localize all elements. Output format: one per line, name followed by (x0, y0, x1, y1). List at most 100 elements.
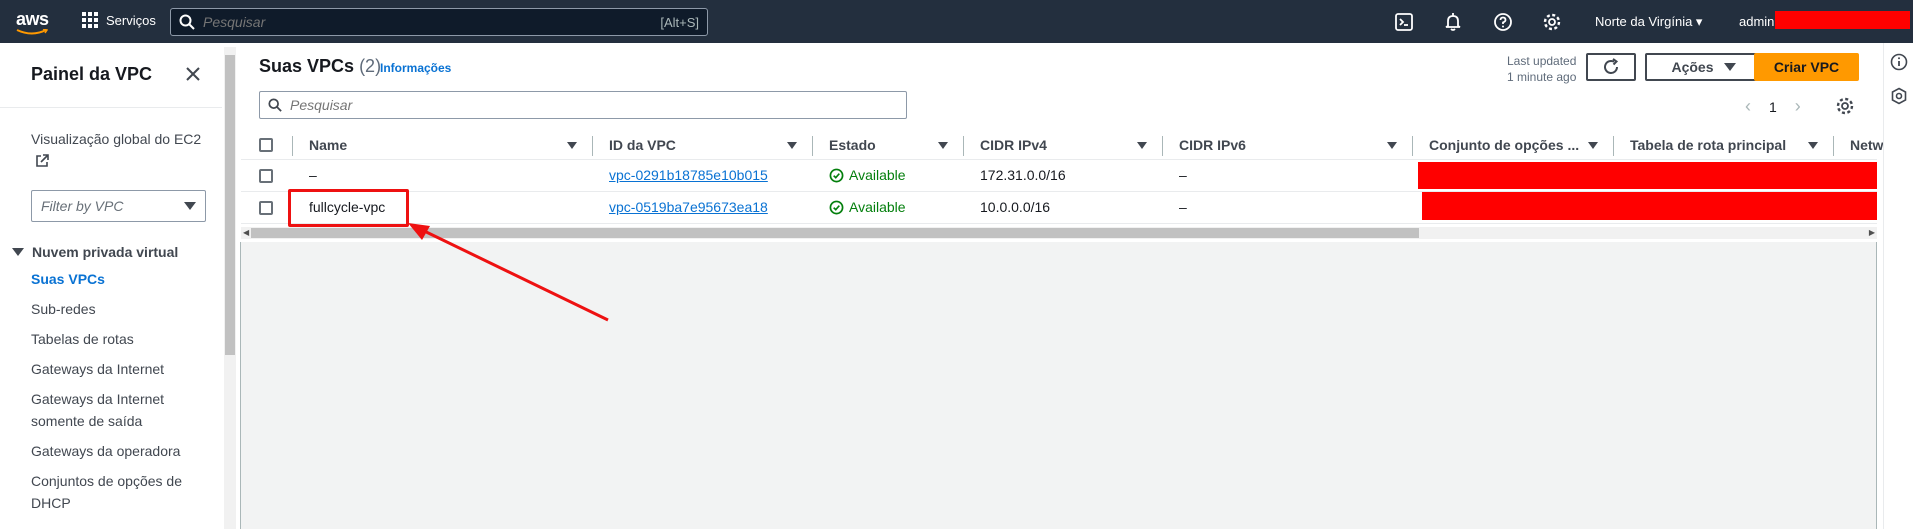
create-vpc-button[interactable]: Criar VPC (1754, 53, 1859, 81)
page-title: Suas VPCs (2) (259, 56, 381, 77)
global-search-input[interactable] (203, 14, 623, 30)
column-separator (292, 136, 293, 156)
cell-cidr-ipv4: 172.31.0.0/16 (980, 167, 1066, 183)
current-page[interactable]: 1 (1769, 99, 1777, 115)
state-label: Available (849, 167, 906, 183)
sidebar-item-dhcp-option-sets[interactable]: Conjuntos de opções de DHCP (31, 470, 216, 514)
cell-state: Available (829, 167, 906, 183)
column-separator[interactable] (1833, 136, 1834, 156)
caret-down-icon (184, 202, 196, 210)
pagination: ‹ 1 › (1745, 96, 1801, 117)
column-separator[interactable] (1162, 136, 1163, 156)
scroll-left-icon[interactable]: ◀ (243, 228, 249, 237)
column-header-state[interactable]: Estado (829, 137, 876, 153)
last-updated: Last updated 1 minute ago (1507, 53, 1576, 85)
feedback-hex-icon[interactable] (1890, 87, 1908, 105)
table-search[interactable] (259, 91, 907, 119)
global-search[interactable]: [Alt+S] (170, 8, 708, 36)
sidebar-item-carrier-gateways[interactable]: Gateways da operadora (31, 440, 216, 462)
table-settings-icon[interactable] (1835, 96, 1855, 116)
table-search-input[interactable] (290, 97, 890, 113)
caret-down-icon (12, 248, 24, 256)
column-header-name[interactable]: Name (309, 137, 347, 153)
sort-icon[interactable] (567, 142, 577, 149)
cell-vpc-id-link[interactable]: vpc-0519ba7e95673ea18 (609, 199, 768, 215)
sidebar-item-egress-only-gateways[interactable]: Gateways da Internet somente de saída (31, 388, 216, 432)
column-header-dhcp-options[interactable]: Conjunto de opções ... (1429, 137, 1579, 153)
sort-icon[interactable] (1137, 142, 1147, 149)
gear-icon[interactable] (1542, 12, 1562, 32)
column-separator[interactable] (1412, 136, 1413, 156)
services-label: Serviços (106, 12, 156, 28)
sidebar-scrollbar[interactable] (224, 47, 236, 529)
close-icon[interactable] (182, 63, 204, 85)
column-separator[interactable] (592, 136, 593, 156)
row-checkbox[interactable] (259, 169, 273, 183)
sidebar-item-internet-gateways[interactable]: Gateways da Internet (31, 358, 216, 380)
sidebar-item-subnets[interactable]: Sub-redes (31, 298, 216, 320)
search-shortcut: [Alt+S] (660, 15, 699, 30)
state-label: Available (849, 199, 906, 215)
select-all-checkbox[interactable] (259, 138, 273, 152)
cell-cidr-ipv6: – (1179, 199, 1187, 215)
sidebar-item-route-tables[interactable]: Tabelas de rotas (31, 328, 216, 350)
global-view-label: Visualização global do EC2 (31, 131, 202, 147)
sort-icon[interactable] (1808, 142, 1818, 149)
column-header-vpc-id[interactable]: ID da VPC (609, 137, 676, 153)
sidebar-section-label: Nuvem privada virtual (32, 244, 179, 260)
sidebar-global-view-link[interactable]: Visualização global do EC2 (31, 128, 211, 172)
annotation-highlight-box (288, 189, 409, 227)
refresh-button[interactable] (1586, 53, 1636, 81)
last-updated-label: Last updated (1507, 54, 1577, 68)
sort-icon[interactable] (938, 142, 948, 149)
cloudshell-icon[interactable] (1394, 12, 1414, 32)
sort-icon[interactable] (787, 142, 797, 149)
sidebar-nav-list: Suas VPCs Sub-redes Tabelas de rotas Gat… (31, 268, 216, 522)
column-separator[interactable] (812, 136, 813, 156)
top-navigation: aws Serviços [Alt+S] Norte da Virgíni (0, 0, 1913, 43)
bell-icon[interactable] (1443, 12, 1463, 32)
annotation-arrow-icon (408, 223, 609, 322)
column-header-network[interactable]: Netw (1850, 137, 1883, 153)
sidebar-title: Painel da VPC (31, 64, 153, 84)
check-circle-icon (829, 200, 844, 214)
cell-state: Available (829, 199, 906, 215)
column-header-cidr-ipv6[interactable]: CIDR IPv6 (1179, 137, 1246, 153)
refresh-icon (1604, 58, 1619, 74)
actions-label: Ações (1671, 59, 1714, 75)
aws-smile-icon (16, 29, 48, 35)
region-selector[interactable]: Norte da Virgínia ▾ (1595, 14, 1702, 30)
sidebar: Painel da VPC Visualização global do EC2… (0, 43, 222, 529)
column-separator[interactable] (1613, 136, 1614, 156)
cell-vpc-id-link[interactable]: vpc-0291b18785e10b015 (609, 167, 768, 183)
table-header: Name ID da VPC Estado CIDR IPv4 CIDR IPv… (241, 130, 1883, 160)
search-icon (179, 14, 195, 30)
scrollbar-thumb[interactable] (225, 55, 235, 355)
user-menu[interactable]: admin (1739, 14, 1774, 29)
sort-icon[interactable] (1588, 142, 1598, 149)
redaction-bar (1418, 162, 1877, 189)
column-header-main-route-table[interactable]: Tabela de rota principal (1630, 137, 1786, 153)
info-link[interactable]: Informações (380, 61, 451, 75)
external-link-icon (36, 154, 49, 167)
sort-icon[interactable] (1387, 142, 1397, 149)
column-header-cidr-ipv4[interactable]: CIDR IPv4 (980, 137, 1047, 153)
sidebar-section-vpc[interactable]: Nuvem privada virtual (12, 244, 178, 260)
aws-logo[interactable]: aws (16, 9, 49, 30)
cell-cidr-ipv4: 10.0.0.0/16 (980, 199, 1051, 215)
vpc-filter-select[interactable]: Filter by VPC (31, 190, 206, 222)
row-checkbox[interactable] (259, 201, 273, 215)
sidebar-item-your-vpcs[interactable]: Suas VPCs (31, 268, 216, 290)
table-row[interactable]: – vpc-0291b18785e10b015 Available 172.31… (241, 160, 1877, 192)
column-separator[interactable] (963, 136, 964, 156)
actions-button[interactable]: Ações (1645, 53, 1762, 81)
scroll-right-icon[interactable]: ▶ (1869, 228, 1875, 237)
help-icon[interactable] (1493, 12, 1513, 32)
prev-page-icon[interactable]: ‹ (1745, 96, 1751, 117)
redaction-bar (1422, 192, 1877, 220)
next-page-icon[interactable]: › (1795, 96, 1801, 117)
services-menu[interactable]: Serviços (82, 12, 156, 28)
info-icon[interactable] (1890, 53, 1908, 71)
right-tools-rail (1883, 43, 1913, 529)
create-vpc-label: Criar VPC (1773, 59, 1840, 75)
